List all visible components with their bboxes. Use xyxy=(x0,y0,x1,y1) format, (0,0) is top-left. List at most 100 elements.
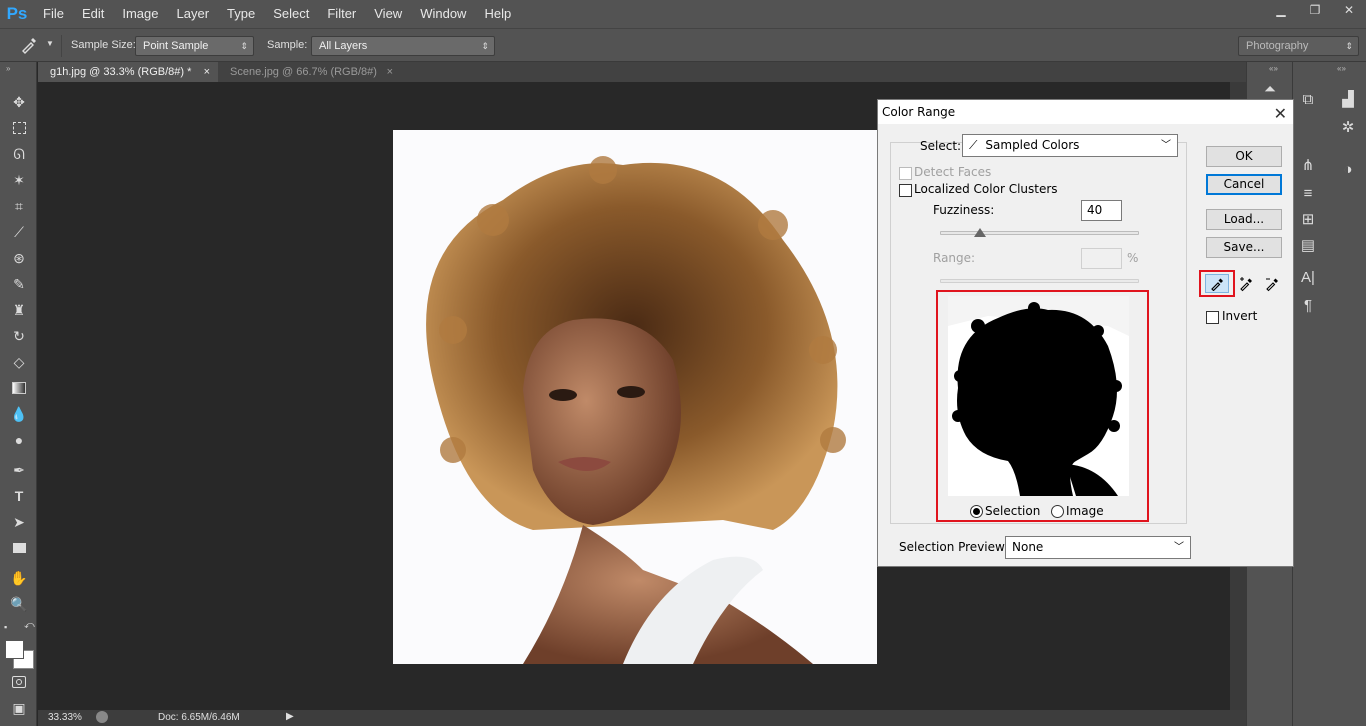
panel-dock: «» ⧉ ▟ ✲ ⋔ ◑ ≡ ⊞ ▤ A| ¶ xyxy=(1292,62,1366,726)
sample-size-select[interactable]: Point Sample ⇕ xyxy=(135,36,254,56)
info-icon[interactable] xyxy=(96,711,108,723)
default-colors-icon[interactable]: ▪ xyxy=(4,622,7,632)
history-brush-tool-icon[interactable]: ↻ xyxy=(9,326,29,346)
histogram-panel-icon[interactable]: ▟ xyxy=(1337,88,1359,110)
rectangle-tool-icon[interactable] xyxy=(9,538,29,558)
menu-window[interactable]: Window xyxy=(411,0,475,28)
add-to-sample-eyedropper-icon[interactable] xyxy=(1236,275,1256,293)
foreground-color-swatch[interactable] xyxy=(5,640,24,659)
eyedropper-icon[interactable] xyxy=(1205,274,1229,293)
menu-select[interactable]: Select xyxy=(264,0,318,28)
collapse-icon[interactable]: «» xyxy=(1269,64,1278,73)
close-tab-icon: × xyxy=(386,66,393,78)
restore-icon[interactable]: ❐ xyxy=(1298,0,1332,20)
collapse-icon[interactable]: «» xyxy=(1337,64,1346,73)
fuzziness-slider-track[interactable] xyxy=(940,231,1139,235)
blur-tool-icon[interactable]: 💧 xyxy=(9,404,29,424)
lasso-tool-icon[interactable]: ᘏ xyxy=(9,144,29,164)
dodge-tool-icon[interactable]: ● xyxy=(9,430,29,450)
save-button[interactable]: Save... xyxy=(1206,237,1282,258)
menu-layer[interactable]: Layer xyxy=(168,0,219,28)
subtract-from-sample-eyedropper-icon[interactable] xyxy=(1262,275,1282,293)
minimize-icon[interactable]: ▁ xyxy=(1264,0,1298,20)
localized-clusters-label: Localized Color Clusters xyxy=(914,182,1058,196)
photoshop-logo: Ps xyxy=(6,4,28,23)
swap-colors-icon[interactable]: ⤺ xyxy=(24,620,35,631)
clone-stamp-tool-icon[interactable]: ♜ xyxy=(9,300,29,320)
selection-radio[interactable] xyxy=(970,505,983,518)
paragraph-panel-icon[interactable]: ¶ xyxy=(1297,294,1319,316)
invert-checkbox[interactable] xyxy=(1206,311,1219,324)
adjustments-panel-icon[interactable]: ◑ xyxy=(1337,158,1359,180)
selection-preview-combo[interactable]: None ﹀ xyxy=(1005,536,1191,559)
menu-filter[interactable]: Filter xyxy=(318,0,365,28)
zoom-tool-icon[interactable]: 🔍 xyxy=(9,594,29,614)
image-radio[interactable] xyxy=(1051,505,1064,518)
tab-scene[interactable]: Scene.jpg @ 66.7% (RGB/8#) × xyxy=(218,62,401,82)
brushes-panel-icon[interactable]: ⋔ xyxy=(1297,154,1319,176)
eraser-tool-icon[interactable]: ◇ xyxy=(9,352,29,372)
document-tabs: g1h.jpg @ 33.3% (RGB/8#) * × Scene.jpg @ … xyxy=(38,62,1246,82)
eyedropper-icon[interactable] xyxy=(20,36,40,56)
window-controls: ▁ ❐ ✕ xyxy=(1264,0,1366,22)
collapse-icon[interactable]: » xyxy=(6,64,10,73)
hand-tool-icon[interactable]: ✋ xyxy=(9,568,29,588)
tab-g1h[interactable]: g1h.jpg @ 33.3% (RGB/8#) * × xyxy=(38,62,218,82)
close-tab-icon: × xyxy=(203,66,210,78)
ok-button[interactable]: OK xyxy=(1206,146,1282,167)
quick-mask-icon[interactable] xyxy=(9,672,29,692)
navigator-panel-icon[interactable]: ✲ xyxy=(1337,116,1359,138)
zoom-level[interactable]: 33.33% xyxy=(48,712,82,723)
sample-select[interactable]: All Layers ⇕ xyxy=(311,36,495,56)
selection-preview-label: Selection Preview: xyxy=(899,540,1009,554)
menu-file[interactable]: File xyxy=(34,0,73,28)
invert-label: Invert xyxy=(1222,309,1258,323)
sample-size-label: Sample Size: xyxy=(71,39,136,51)
chevron-down-icon: ﹀ xyxy=(1174,542,1184,553)
brush-tool-icon[interactable]: ✎ xyxy=(9,274,29,294)
move-tool-icon[interactable]: ✥ xyxy=(9,92,29,112)
dialog-title: Color Range xyxy=(882,105,956,119)
pen-tool-icon[interactable]: ✒ xyxy=(9,460,29,480)
menu-type[interactable]: Type xyxy=(218,0,264,28)
localized-clusters-checkbox[interactable] xyxy=(899,184,912,197)
status-bar: 33.33% Doc: 6.65M/6.46M ▶ xyxy=(38,710,1366,726)
close-icon[interactable]: ✕ xyxy=(1274,102,1287,126)
fuzziness-slider-thumb[interactable] xyxy=(973,228,986,237)
status-menu-arrow-icon[interactable]: ▶ xyxy=(286,711,294,722)
character-panel-icon[interactable]: A| xyxy=(1297,266,1319,288)
gradient-tool-icon[interactable] xyxy=(9,378,29,398)
detect-faces-label: Detect Faces xyxy=(914,165,992,179)
selection-preview[interactable] xyxy=(948,296,1129,496)
path-selection-tool-icon[interactable]: ➤ xyxy=(9,512,29,532)
type-tool-icon[interactable]: T xyxy=(9,486,29,506)
tool-presets-panel-icon[interactable]: ▤ xyxy=(1297,234,1319,256)
clone-source-panel-icon[interactable]: ⊞ xyxy=(1297,208,1319,230)
cancel-button[interactable]: Cancel xyxy=(1206,174,1282,195)
menu-edit[interactable]: Edit xyxy=(73,0,113,28)
tool-preset-dropdown-icon[interactable]: ▼ xyxy=(46,39,54,48)
menu-image[interactable]: Image xyxy=(113,0,167,28)
marquee-tool-icon[interactable] xyxy=(9,118,29,138)
swatches-panel-icon[interactable]: ⧉ xyxy=(1297,88,1319,110)
eyedropper-tool-icon[interactable]: ⟋ xyxy=(9,222,29,242)
healing-brush-tool-icon[interactable]: ⊛ xyxy=(9,248,29,268)
menu-help[interactable]: Help xyxy=(475,0,520,28)
brush-presets-panel-icon[interactable]: ≡ xyxy=(1297,182,1319,204)
menu-view[interactable]: View xyxy=(365,0,411,28)
detect-faces-checkbox[interactable] xyxy=(899,167,912,180)
options-bar: ▼ Sample Size: Point Sample ⇕ Sample: All… xyxy=(0,28,1366,62)
tools-panel: » ✥ ᘏ ✶ ⌗ ⟋ ⊛ ✎ ♜ ↻ ◇ 💧 ● ✒ T ➤ ✋ 🔍 ▪ ⤺ … xyxy=(0,62,37,726)
fuzziness-input[interactable]: 40 xyxy=(1081,200,1122,221)
image-radio-label: Image xyxy=(1066,504,1104,518)
crop-tool-icon[interactable]: ⌗ xyxy=(9,196,29,216)
select-combo[interactable]: ⟋ Sampled Colors ﹀ xyxy=(962,134,1178,157)
load-button[interactable]: Load... xyxy=(1206,209,1282,230)
document-image[interactable] xyxy=(393,130,877,664)
close-window-icon[interactable]: ✕ xyxy=(1332,0,1366,20)
workspace-select[interactable]: Photography ⇕ xyxy=(1238,36,1359,56)
screen-mode-icon[interactable]: ▣ xyxy=(9,698,29,718)
magic-wand-tool-icon[interactable]: ✶ xyxy=(9,170,29,190)
chevron-down-icon: ﹀ xyxy=(1161,140,1171,151)
history-panel-icon[interactable]: ⏶ xyxy=(1259,78,1281,100)
